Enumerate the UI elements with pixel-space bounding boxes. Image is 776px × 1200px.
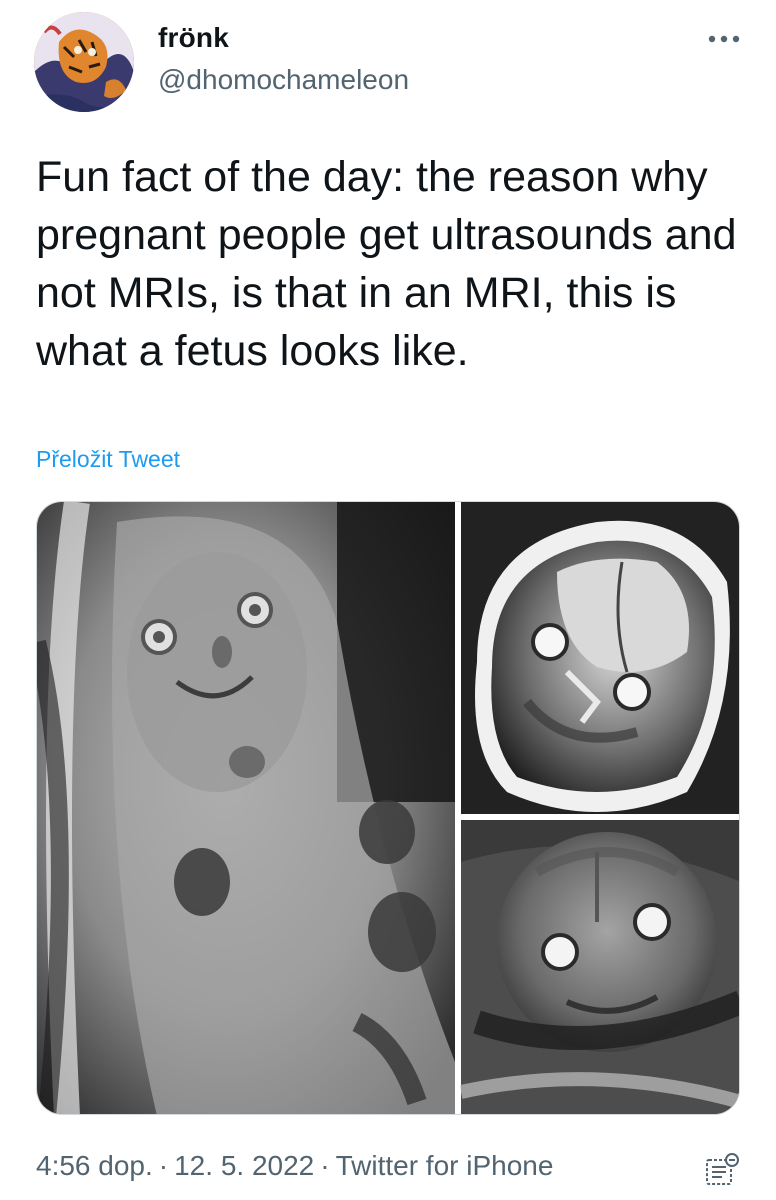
view-analytics-button[interactable]	[702, 1150, 742, 1190]
display-name[interactable]: frönk	[158, 22, 229, 54]
tweet-media[interactable]	[36, 501, 740, 1115]
tweet-metadata: 4:56 dop. · 12. 5. 2022 · Twitter for iPhone	[36, 1150, 553, 1182]
avatar[interactable]	[34, 12, 134, 112]
mri-images	[37, 502, 739, 1114]
translate-tweet-link[interactable]: Přeložit Tweet	[36, 446, 180, 473]
mri-top-right-panel	[461, 502, 739, 814]
tweet-date[interactable]: 12. 5. 2022	[174, 1150, 314, 1181]
more-options-button[interactable]	[704, 24, 744, 54]
separator: ·	[158, 1150, 169, 1181]
mri-left-panel	[37, 502, 455, 1114]
separator: ·	[320, 1150, 330, 1181]
tweet-text: Fun fact of the day: the reason why preg…	[36, 153, 737, 375]
user-handle[interactable]: @dhomochameleon	[158, 64, 409, 96]
tweet-time[interactable]: 4:56 dop.	[36, 1150, 153, 1181]
tweet: frönk @dhomochameleon Fun fact of the da…	[0, 0, 776, 1200]
view-analytics-icon	[706, 1153, 739, 1185]
tweet-source[interactable]: Twitter for iPhone	[336, 1150, 554, 1181]
more-horizontal-icon	[708, 35, 740, 43]
avatar-image	[34, 12, 134, 112]
mri-bottom-right-panel	[459, 820, 739, 1114]
